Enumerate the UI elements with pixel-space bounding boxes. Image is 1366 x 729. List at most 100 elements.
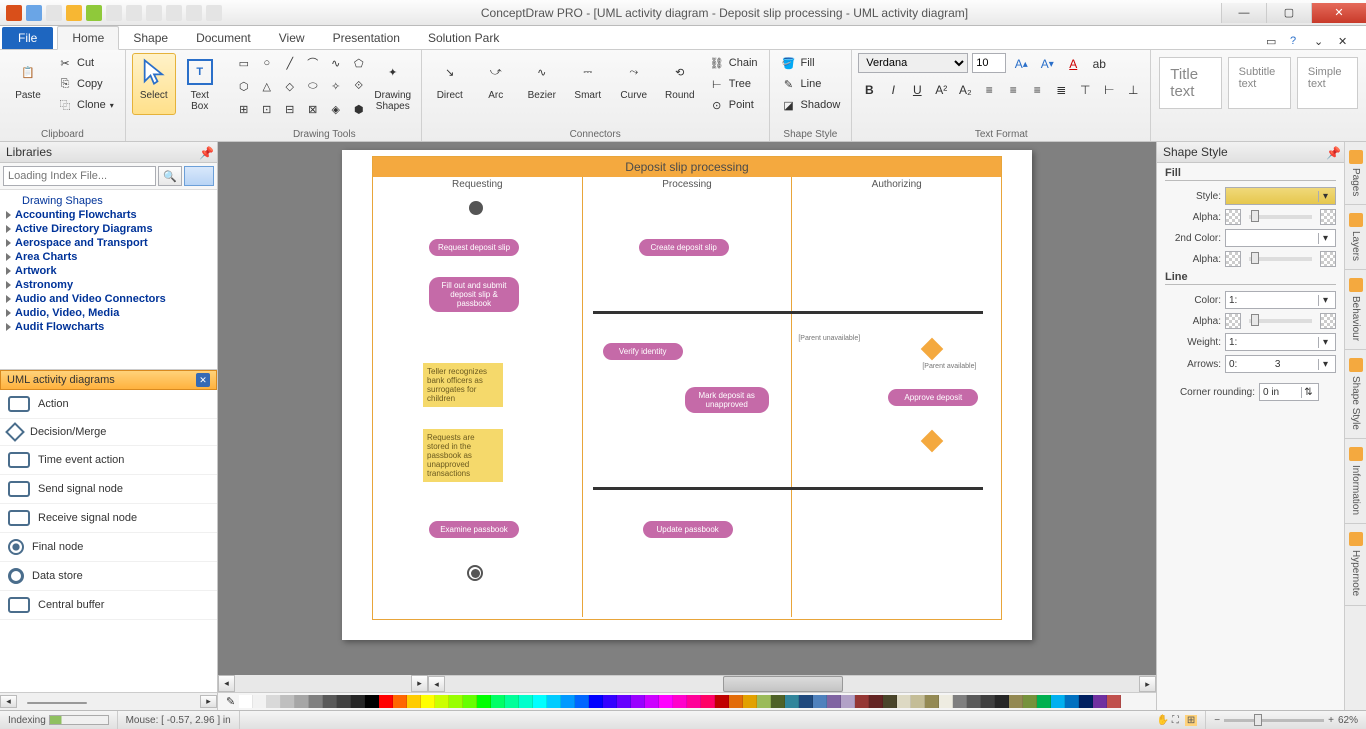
color-swatch[interactable] xyxy=(1093,695,1107,708)
color-swatch[interactable] xyxy=(477,695,491,708)
copy-button[interactable]: ⎘Copy xyxy=(52,74,119,94)
tab-home[interactable]: Home xyxy=(57,26,119,50)
color-swatch[interactable] xyxy=(393,695,407,708)
style-subtitle[interactable]: Subtitle text xyxy=(1228,57,1291,109)
shape-item[interactable]: Send signal node xyxy=(0,475,217,504)
left-hscroll[interactable]: ◂▸ xyxy=(0,692,217,710)
color-swatch[interactable] xyxy=(1079,695,1093,708)
library-search-input[interactable] xyxy=(3,166,156,186)
color-swatch[interactable] xyxy=(939,695,953,708)
collapse-ribbon-icon[interactable]: ⌄ xyxy=(1314,35,1328,49)
color-swatch[interactable] xyxy=(547,695,561,708)
second-color-select[interactable]: ▾ xyxy=(1225,229,1336,247)
tool[interactable]: ◇ xyxy=(280,76,300,96)
color-swatch[interactable] xyxy=(449,695,463,708)
maximize-button[interactable]: ▢ xyxy=(1266,3,1311,23)
tool-rect[interactable]: ▭ xyxy=(234,53,254,73)
tree-item[interactable]: Aerospace and Transport xyxy=(0,236,217,250)
color-swatch[interactable] xyxy=(253,695,267,708)
tool-oval[interactable]: ○ xyxy=(257,53,277,73)
tab-view[interactable]: View xyxy=(265,27,319,49)
pin-icon[interactable]: 📌 xyxy=(1326,146,1338,158)
act-mark[interactable]: Mark deposit as unapproved xyxy=(685,387,769,413)
chain-button[interactable]: ⛓Chain xyxy=(704,53,763,73)
tool[interactable]: ⬭ xyxy=(303,76,323,96)
side-tab[interactable]: Layers xyxy=(1345,205,1366,270)
align-right-button[interactable]: ≡ xyxy=(1026,79,1048,101)
subscript-button[interactable]: A₂ xyxy=(954,79,976,101)
canvas[interactable]: Deposit slip processing Requesting Reque… xyxy=(218,142,1156,675)
side-tab[interactable]: Information xyxy=(1345,439,1366,524)
color-swatch[interactable] xyxy=(379,695,393,708)
color-swatch[interactable] xyxy=(687,695,701,708)
tool[interactable]: ⟐ xyxy=(349,76,369,96)
superscript-button[interactable]: A² xyxy=(930,79,952,101)
act-create[interactable]: Create deposit slip xyxy=(639,239,729,256)
tool[interactable]: ⬡ xyxy=(234,76,254,96)
initial-node[interactable] xyxy=(469,201,483,215)
qat-icon[interactable] xyxy=(106,5,122,21)
act-update[interactable]: Update passbook xyxy=(643,521,733,538)
new-icon[interactable] xyxy=(46,5,62,21)
zoom-out-icon[interactable]: − xyxy=(1214,715,1220,726)
page[interactable]: Deposit slip processing Requesting Reque… xyxy=(342,150,1032,640)
valign-mid-button[interactable]: ⊢ xyxy=(1098,79,1120,101)
color-swatch[interactable] xyxy=(239,695,253,708)
color-swatch[interactable] xyxy=(967,695,981,708)
select-tool-button[interactable]: Select xyxy=(132,53,176,115)
act-request[interactable]: Request deposit slip xyxy=(429,239,519,256)
canvas-hscroll[interactable]: ◂▸ xyxy=(428,675,1156,692)
merge-node[interactable] xyxy=(921,430,944,453)
grow-font-button[interactable]: A▴ xyxy=(1010,53,1032,75)
tool-curve[interactable]: ∿ xyxy=(326,53,346,73)
color-swatch[interactable] xyxy=(701,695,715,708)
color-swatch[interactable] xyxy=(533,695,547,708)
minimize-button[interactable]: ― xyxy=(1221,3,1266,23)
qat-icon[interactable] xyxy=(66,5,82,21)
qat-icon[interactable] xyxy=(126,5,142,21)
color-swatch[interactable] xyxy=(673,695,687,708)
shape-item[interactable]: Action xyxy=(0,390,217,419)
curve-connector[interactable]: ⤳Curve xyxy=(612,53,656,115)
view-toggle-button[interactable] xyxy=(184,166,214,186)
color-swatch[interactable] xyxy=(981,695,995,708)
tool[interactable]: ⊠ xyxy=(303,99,323,119)
smart-connector[interactable]: ⎓Smart xyxy=(566,53,610,115)
style-title[interactable]: Title text xyxy=(1159,57,1221,109)
note-2[interactable]: Requests are stored in the passbook as u… xyxy=(423,429,503,482)
color-swatch[interactable] xyxy=(337,695,351,708)
color-swatch[interactable] xyxy=(281,695,295,708)
direct-connector[interactable]: ↘Direct xyxy=(428,53,472,115)
shape-item[interactable]: Central buffer xyxy=(0,591,217,620)
round-connector[interactable]: ⟲Round xyxy=(658,53,702,115)
tool[interactable]: ✧ xyxy=(326,76,346,96)
shape-item[interactable]: Decision/Merge xyxy=(0,419,217,446)
qat-icon[interactable] xyxy=(206,5,222,21)
color-swatch[interactable] xyxy=(603,695,617,708)
color-swatch[interactable] xyxy=(869,695,883,708)
color-swatch[interactable] xyxy=(617,695,631,708)
tree-item[interactable]: Active Directory Diagrams xyxy=(0,222,217,236)
tree-item[interactable]: Accounting Flowcharts xyxy=(0,208,217,222)
color-swatch[interactable] xyxy=(589,695,603,708)
cut-button[interactable]: ✂Cut xyxy=(52,53,119,73)
tree-item[interactable]: Artwork xyxy=(0,264,217,278)
color-swatch[interactable] xyxy=(365,695,379,708)
tree-button[interactable]: ⊢Tree xyxy=(704,74,763,94)
side-tab[interactable]: Pages xyxy=(1345,142,1366,205)
qat-icon[interactable] xyxy=(186,5,202,21)
qat-icon[interactable] xyxy=(86,5,102,21)
highlight-button[interactable]: ab xyxy=(1088,53,1110,75)
color-swatch[interactable] xyxy=(435,695,449,708)
font-select[interactable]: Verdana xyxy=(858,53,968,73)
color-swatch[interactable] xyxy=(729,695,743,708)
file-tab[interactable]: File xyxy=(2,27,53,49)
color-swatch[interactable] xyxy=(505,695,519,708)
tree-item[interactable]: Drawing Shapes xyxy=(0,194,217,208)
line-weight-select[interactable]: 1:▾ xyxy=(1225,333,1336,351)
qat-icon[interactable] xyxy=(166,5,182,21)
tree-item[interactable]: Audio and Video Connectors xyxy=(0,292,217,306)
color-swatch[interactable] xyxy=(743,695,757,708)
tool[interactable]: ⊡ xyxy=(257,99,277,119)
shadow-button[interactable]: ◪Shadow xyxy=(776,95,846,115)
